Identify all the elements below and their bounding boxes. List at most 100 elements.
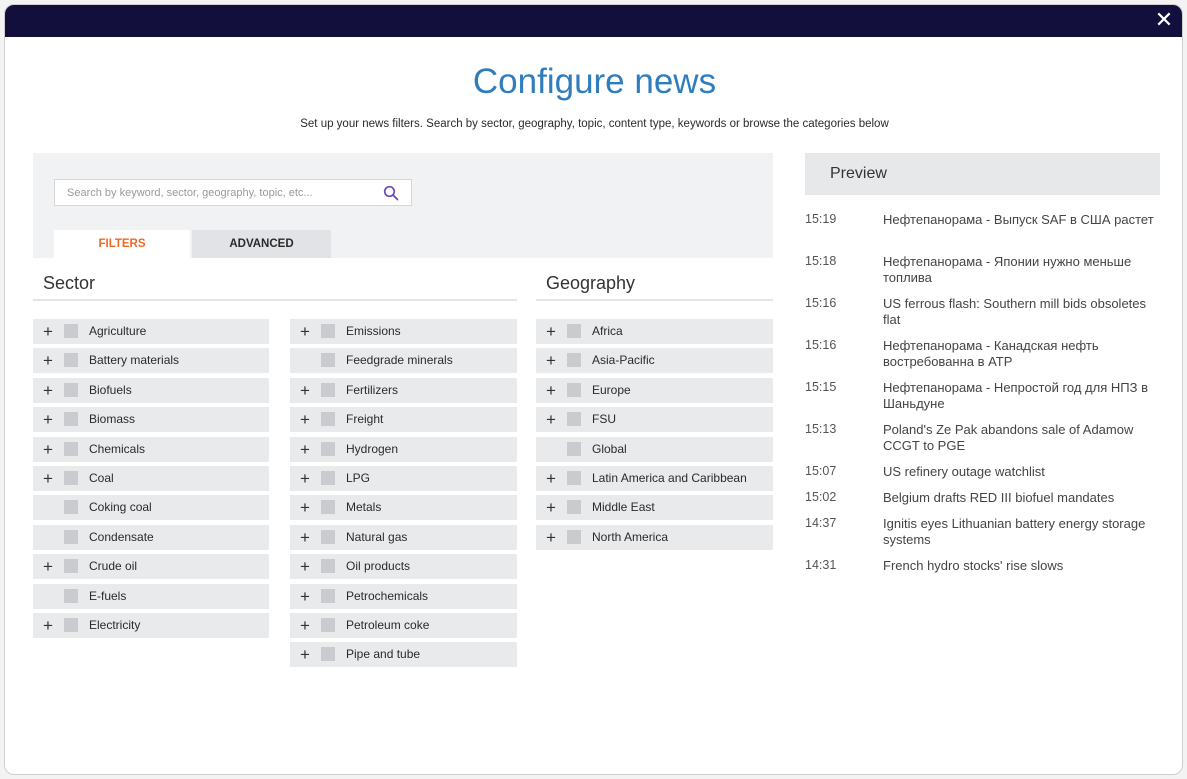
search-icon[interactable] (383, 185, 399, 201)
checkbox[interactable] (64, 382, 78, 397)
geography-item-latin-america-and-caribbean[interactable]: + Latin America and Caribbean (536, 466, 773, 491)
sector-item-e-fuels[interactable]: E-fuels (33, 583, 269, 609)
sector-item-petroleum-coke[interactable]: + Petroleum coke (290, 613, 517, 638)
expand-plus-icon[interactable]: + (42, 613, 54, 638)
tab-advanced[interactable]: ADVANCED (192, 230, 331, 258)
checkbox[interactable] (64, 324, 78, 338)
sector-item-emissions[interactable]: + Emissions (290, 319, 517, 344)
news-headline[interactable]: Нефтепанорама - Японии нужно меньше топл… (883, 254, 1158, 286)
sector-item-coking-coal[interactable]: Coking coal (33, 495, 269, 521)
sector-item-metals[interactable]: + Metals (290, 495, 517, 521)
news-headline[interactable]: US ferrous flash: Southern mill bids obs… (883, 296, 1158, 328)
checkbox[interactable] (321, 559, 335, 574)
checkbox[interactable] (321, 647, 335, 662)
sector-item-coal[interactable]: + Coal (33, 466, 269, 491)
sector-item-freight[interactable]: + Freight (290, 407, 517, 433)
checkbox[interactable] (567, 324, 581, 338)
search-input[interactable] (55, 180, 377, 205)
sector-item-petrochemicals[interactable]: + Petrochemicals (290, 583, 517, 609)
checkbox[interactable] (321, 500, 335, 515)
checkbox[interactable] (321, 324, 335, 338)
sector-item-natural-gas[interactable]: + Natural gas (290, 524, 517, 550)
checkbox[interactable] (321, 529, 335, 544)
expand-plus-icon[interactable]: + (299, 584, 311, 609)
news-headline[interactable]: Poland's Ze Pak abandons sale of Adamow … (883, 422, 1158, 454)
checkbox[interactable] (567, 441, 581, 456)
checkbox[interactable] (321, 382, 335, 397)
geography-item-europe[interactable]: + Europe (536, 377, 773, 403)
expand-plus-icon[interactable]: + (299, 525, 311, 550)
expand-plus-icon[interactable]: + (299, 466, 311, 491)
sector-item-pipe-and-tube[interactable]: + Pipe and tube (290, 642, 517, 668)
checkbox[interactable] (321, 412, 335, 427)
geography-item-global[interactable]: Global (536, 436, 773, 462)
news-headline[interactable]: Ignitis eyes Lithuanian battery energy s… (883, 516, 1158, 548)
geography-item-fsu[interactable]: + FSU (536, 407, 773, 433)
sector-item-biomass[interactable]: + Biomass (33, 407, 269, 433)
expand-plus-icon[interactable]: + (299, 407, 311, 432)
expand-plus-icon[interactable]: + (545, 378, 557, 403)
checkbox[interactable] (567, 500, 581, 515)
checkbox[interactable] (64, 500, 78, 515)
sector-item-electricity[interactable]: + Electricity (33, 613, 269, 638)
expand-plus-icon[interactable]: + (42, 378, 54, 403)
expand-plus-icon[interactable]: + (299, 613, 311, 638)
expand-plus-icon[interactable]: + (299, 642, 311, 667)
expand-plus-icon[interactable]: + (299, 378, 311, 403)
checkbox[interactable] (321, 353, 335, 368)
geography-item-middle-east[interactable]: + Middle East (536, 495, 773, 521)
expand-plus-icon[interactable]: + (299, 554, 311, 579)
checkbox[interactable] (567, 412, 581, 427)
checkbox[interactable] (64, 471, 78, 485)
checkbox[interactable] (64, 412, 78, 427)
checkbox[interactable] (567, 353, 581, 368)
sector-item-oil-products[interactable]: + Oil products (290, 554, 517, 580)
expand-plus-icon[interactable]: + (545, 348, 557, 373)
checkbox[interactable] (567, 471, 581, 485)
checkbox[interactable] (64, 588, 78, 603)
expand-plus-icon[interactable]: + (42, 407, 54, 432)
sector-item-crude-oil[interactable]: + Crude oil (33, 554, 269, 580)
expand-plus-icon[interactable]: + (545, 319, 557, 344)
checkbox[interactable] (64, 529, 78, 544)
checkbox[interactable] (567, 529, 581, 544)
checkbox[interactable] (321, 588, 335, 603)
tab-filters[interactable]: FILTERS (54, 230, 190, 258)
expand-plus-icon[interactable]: + (545, 466, 557, 491)
checkbox[interactable] (64, 441, 78, 456)
geography-item-north-america[interactable]: + North America (536, 524, 773, 550)
sector-item-chemicals[interactable]: + Chemicals (33, 436, 269, 462)
sector-item-fertilizers[interactable]: + Fertilizers (290, 377, 517, 403)
sector-item-agriculture[interactable]: + Agriculture (33, 319, 269, 344)
checkbox[interactable] (321, 441, 335, 456)
expand-plus-icon[interactable]: + (42, 348, 54, 373)
sector-item-hydrogen[interactable]: + Hydrogen (290, 436, 517, 462)
news-headline[interactable]: French hydro stocks' rise slows (883, 558, 1158, 574)
news-headline[interactable]: US refinery outage watchlist (883, 464, 1158, 480)
checkbox[interactable] (64, 559, 78, 574)
expand-plus-icon[interactable]: + (545, 407, 557, 432)
news-headline[interactable]: Нефтепанорама - Выпуск SAF в США растет (883, 212, 1158, 228)
checkbox[interactable] (64, 618, 78, 632)
checkbox[interactable] (321, 471, 335, 485)
expand-plus-icon[interactable]: + (42, 319, 54, 344)
sector-item-biofuels[interactable]: + Biofuels (33, 377, 269, 403)
checkbox[interactable] (64, 353, 78, 368)
news-headline[interactable]: Нефтепанорама - Канадская нефть востребо… (883, 338, 1158, 370)
sector-item-condensate[interactable]: Condensate (33, 524, 269, 550)
sector-item-lpg[interactable]: + LPG (290, 466, 517, 491)
news-headline[interactable]: Нефтепанорама - Непростой год для НПЗ в … (883, 380, 1158, 412)
expand-plus-icon[interactable]: + (299, 319, 311, 344)
geography-item-africa[interactable]: + Africa (536, 319, 773, 344)
sector-item-feedgrade-minerals[interactable]: Feedgrade minerals (290, 348, 517, 374)
expand-plus-icon[interactable]: + (545, 525, 557, 550)
checkbox[interactable] (321, 618, 335, 632)
expand-plus-icon[interactable]: + (299, 437, 311, 462)
close-icon[interactable]: ✕ (1152, 7, 1176, 33)
expand-plus-icon[interactable]: + (299, 495, 311, 520)
news-headline[interactable]: Belgium drafts RED III biofuel mandates (883, 490, 1158, 506)
expand-plus-icon[interactable]: + (42, 437, 54, 462)
checkbox[interactable] (567, 382, 581, 397)
geography-item-asia-pacific[interactable]: + Asia-Pacific (536, 348, 773, 374)
expand-plus-icon[interactable]: + (42, 554, 54, 579)
